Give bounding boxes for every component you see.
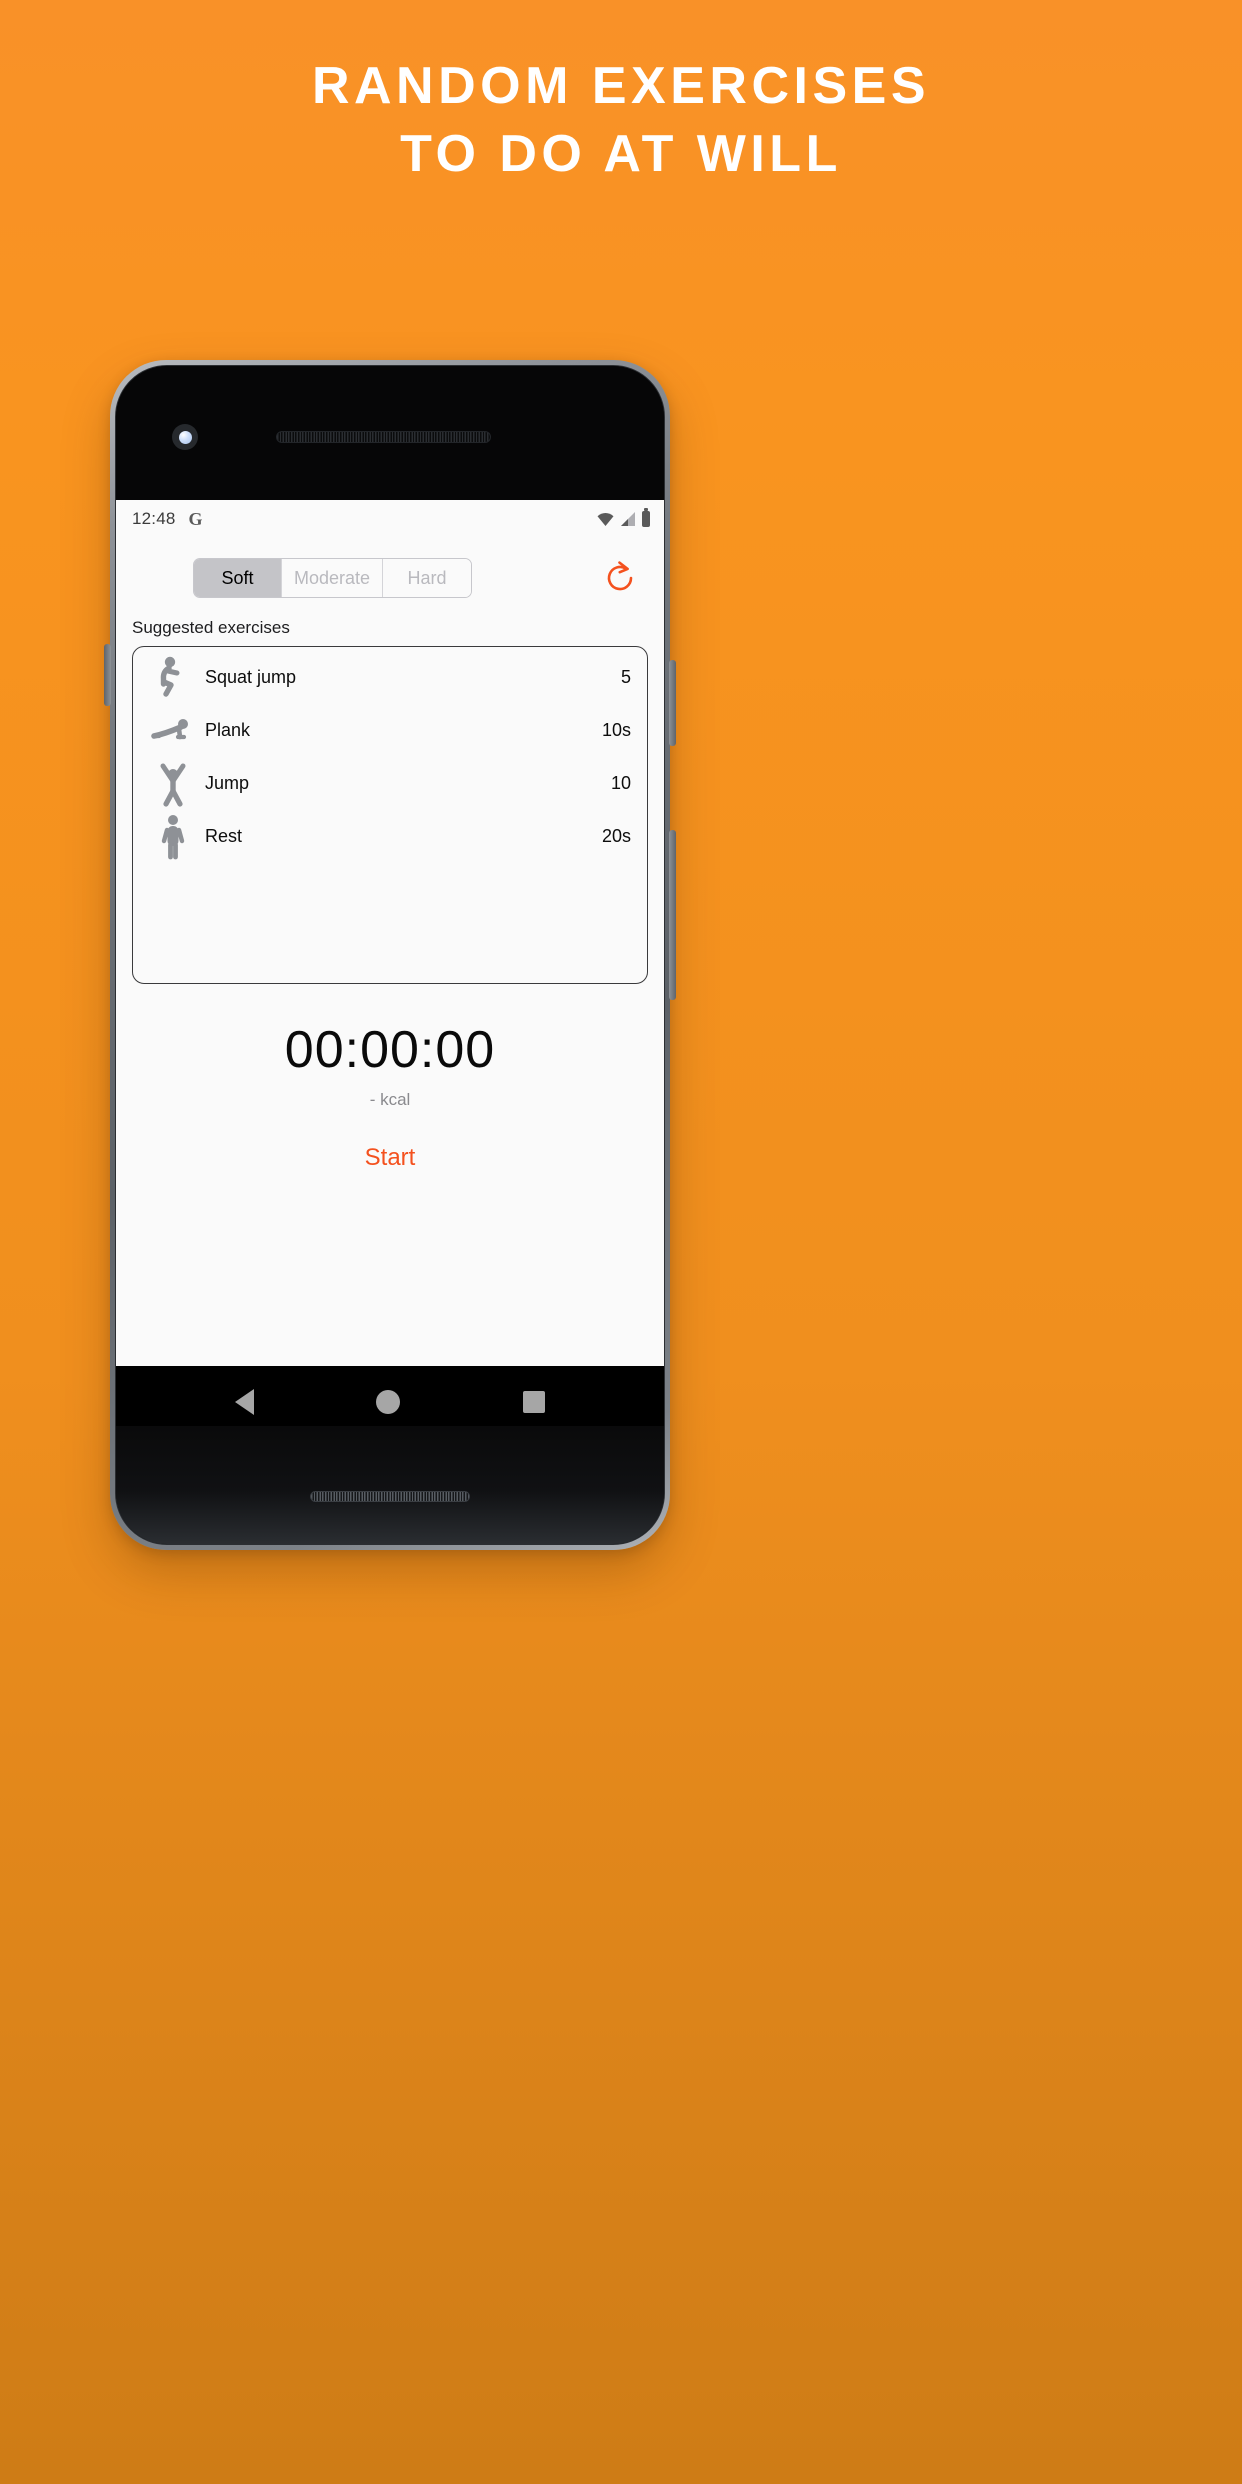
battery-icon [642, 508, 650, 527]
exercise-value: 20s [601, 826, 631, 846]
jump-icon [147, 761, 199, 807]
timer-display: 00:00:00 [284, 1021, 496, 1079]
difficulty-segmented-control[interactable]: Soft Moderate Hard [192, 558, 473, 598]
segment-moderate[interactable]: Moderate [281, 559, 384, 597]
phone-bottom-bezel [116, 1426, 664, 1544]
promo-headline: RANDOM EXERCISES TO DO AT WILL [0, 52, 1242, 188]
app-screen: 12:48 G Soft Moderate Hard Suggested exe… [116, 500, 664, 1366]
status-bar-time: 12:48 [132, 509, 176, 528]
table-row[interactable]: Rest 20s [133, 810, 647, 863]
status-bar: 12:48 G [116, 500, 664, 538]
exercise-list: Squat jump 5 Plank 10s Jump 10 Rest 20s [132, 646, 648, 984]
table-row[interactable]: Plank 10s [133, 704, 647, 757]
refresh-button[interactable] [594, 552, 646, 604]
home-circle-icon[interactable] [376, 1390, 401, 1414]
google-icon: G [188, 508, 203, 529]
headline-line-1: RANDOM EXERCISES [311, 57, 931, 115]
side-button-left[interactable] [104, 644, 111, 706]
back-triangle-icon[interactable] [235, 1389, 255, 1415]
exercise-value: 10 [610, 773, 631, 793]
plank-icon [147, 718, 199, 744]
front-camera-icon [172, 424, 198, 450]
start-button[interactable]: Start [365, 1144, 416, 1172]
phone-mockup: 12:48 G Soft Moderate Hard Suggested exe… [104, 360, 676, 1550]
headline-line-2: TO DO AT WILL [400, 125, 842, 183]
phone-top-bezel [116, 366, 664, 500]
exercise-name: Squat jump [205, 667, 297, 687]
status-bar-icons [597, 508, 650, 527]
recents-square-icon[interactable] [522, 1391, 545, 1413]
calories-label: - kcal [369, 1090, 411, 1109]
exercise-name: Plank [205, 720, 251, 740]
exercise-name: Jump [205, 773, 250, 793]
segment-soft[interactable]: Soft [193, 559, 282, 597]
refresh-icon [607, 561, 633, 591]
camera-lens [178, 430, 192, 444]
signal-icon [621, 512, 635, 526]
exercise-name: Rest [205, 826, 243, 846]
earpiece-speaker [276, 431, 491, 443]
phone-screen-frame: 12:48 G Soft Moderate Hard Suggested exe… [115, 365, 665, 1545]
suggested-exercises-label: Suggested exercises [132, 618, 290, 637]
bottom-speaker-grill [310, 1491, 470, 1502]
power-button[interactable] [669, 660, 676, 746]
squat-jump-icon [147, 656, 199, 700]
exercise-value: 5 [620, 667, 631, 687]
wifi-icon [597, 512, 614, 526]
difficulty-row: Soft Moderate Hard [116, 538, 664, 614]
segment-hard[interactable]: Hard [383, 559, 472, 597]
volume-button[interactable] [669, 830, 676, 1000]
table-row[interactable]: Squat jump 5 [133, 651, 647, 704]
exercise-value: 10s [601, 720, 631, 740]
rest-icon [147, 814, 199, 860]
timer-section: 00:00:00 - kcal Start [116, 984, 664, 1172]
table-row[interactable]: Jump 10 [133, 757, 647, 810]
